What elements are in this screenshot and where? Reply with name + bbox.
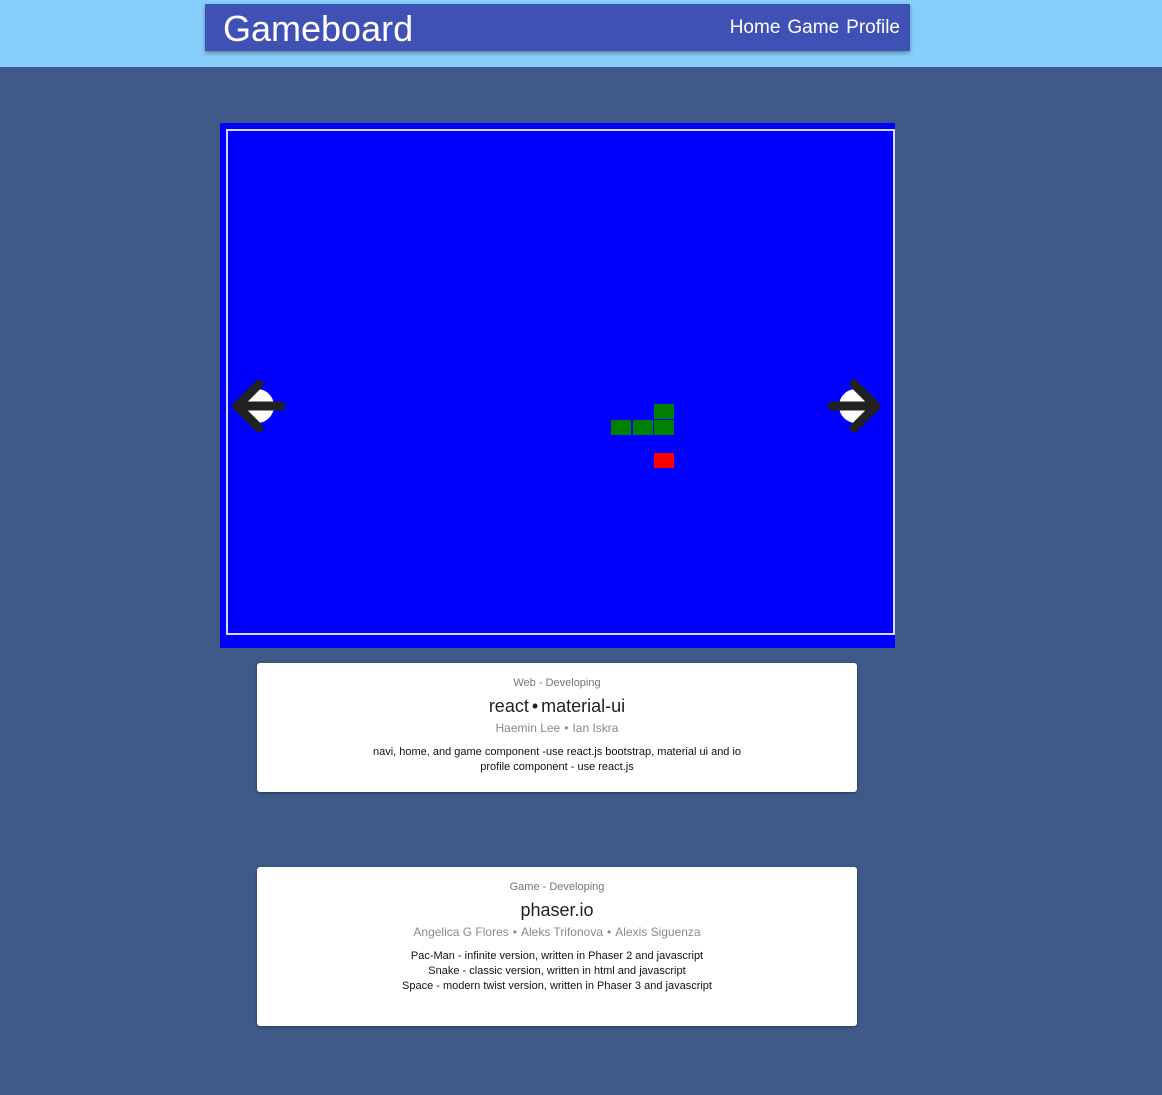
description-line: navi, home, and game component -use reac… bbox=[372, 746, 742, 758]
snake-segment bbox=[633, 420, 653, 435]
card-category: Web - Developing bbox=[513, 677, 601, 689]
title-part: material-ui bbox=[541, 696, 626, 716]
description-line: Pac-Man - infinite version, written in P… bbox=[410, 950, 704, 962]
snake-food bbox=[654, 453, 674, 468]
snake-segment bbox=[654, 420, 674, 435]
author-name: Ian Iskra bbox=[572, 721, 619, 735]
card-category: Game - Developing bbox=[509, 881, 605, 893]
author-name: Aleks Trifonova bbox=[520, 925, 604, 939]
card-description: navi, home, and game component -use reac… bbox=[257, 745, 857, 775]
snake-head bbox=[654, 404, 674, 419]
snake-segment bbox=[611, 420, 631, 435]
project-card-web: Web - Developing react • material-ui Haemi… bbox=[257, 663, 857, 792]
nav-profile[interactable]: Profile bbox=[846, 16, 900, 40]
title-part: react bbox=[488, 696, 529, 716]
author-name: Haemin Lee bbox=[495, 721, 561, 735]
nav-game[interactable]: Game bbox=[787, 16, 839, 40]
author-name: Alexis Siguenza bbox=[615, 925, 701, 939]
arrow-right-icon[interactable] bbox=[827, 376, 884, 436]
brand-title: Gameboard bbox=[223, 8, 414, 49]
app-bar: Gameboard Home Game Profile bbox=[205, 4, 910, 51]
game-canvas[interactable] bbox=[220, 123, 895, 648]
card-authors: Haemin Lee • Ian Iskra bbox=[495, 721, 619, 735]
description-line: Snake - classic version, written in html… bbox=[428, 965, 686, 977]
project-card-game: Game - Developing phaser.io Angelica G F… bbox=[257, 867, 857, 1026]
card-title: react • material-ui bbox=[488, 696, 626, 716]
nav-home[interactable]: Home bbox=[730, 16, 781, 40]
description-line: Space - modern twist version, written in… bbox=[402, 980, 712, 992]
card-description: Pac-Man - infinite version, written in P… bbox=[257, 949, 857, 994]
author-name: Angelica G Flores bbox=[413, 925, 509, 939]
main-nav: Home Game Profile bbox=[730, 16, 900, 40]
card-title: phaser.io bbox=[520, 900, 594, 920]
description-line: profile component - use react.js bbox=[480, 761, 634, 773]
game-border bbox=[226, 129, 895, 635]
card-authors: Angelica G Flores • Aleks Trifonova • Alexis… bbox=[413, 925, 701, 939]
arrow-left-icon[interactable] bbox=[229, 376, 286, 436]
